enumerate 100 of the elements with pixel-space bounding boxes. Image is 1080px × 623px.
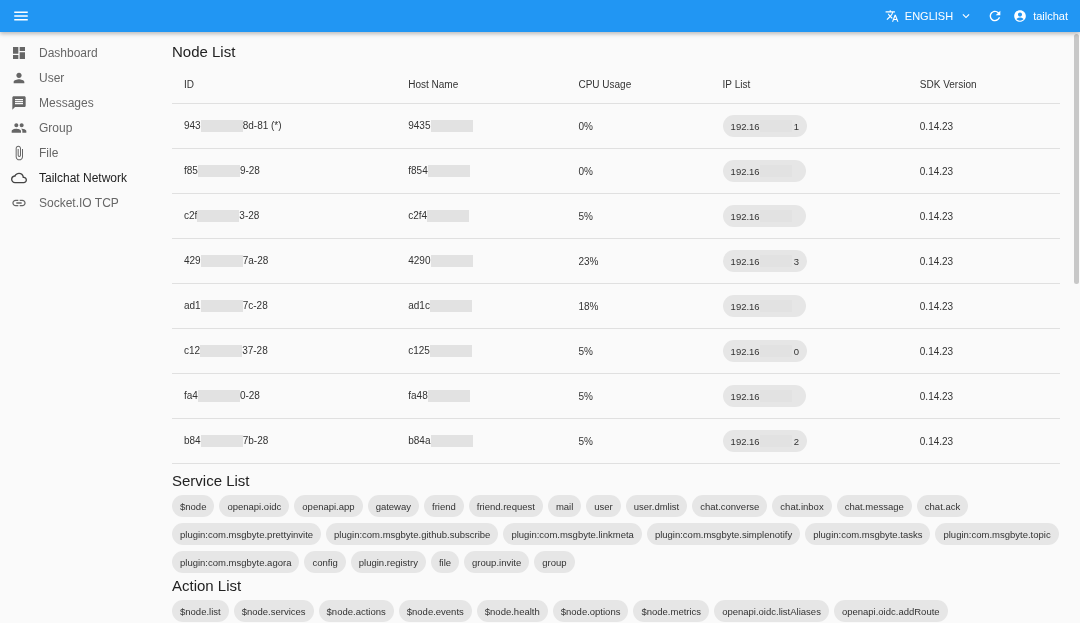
ip-chip: 192.16 3 <box>722 250 807 272</box>
service-chip: mail <box>547 495 582 517</box>
service-chip: $node <box>172 495 215 517</box>
service-chip: gateway <box>367 495 419 517</box>
action-chip: $node.actions <box>318 600 394 622</box>
table-cell: 0.14.23 <box>907 283 1060 329</box>
ip-chip: 192.16 <box>722 295 806 317</box>
service-chip: friend <box>424 495 464 517</box>
redaction-blur <box>200 120 243 133</box>
host-name: f854 <box>408 164 428 176</box>
service-chip: plugin:com.msgbyte.github.subscribe <box>326 523 499 545</box>
redaction-blur <box>429 300 472 313</box>
table-cell: 0% <box>566 148 711 194</box>
dashboard-icon <box>11 44 27 61</box>
service-chip: plugin:com.msgbyte.prettyinvite <box>172 523 322 545</box>
table-cell: 0.14.23 <box>907 193 1060 239</box>
sidebar-item[interactable]: File <box>0 140 160 165</box>
service-chip: plugin:com.msgbyte.agora <box>172 551 300 573</box>
node-id: 8d-81 (*) <box>242 119 282 131</box>
service-chip: config <box>304 551 346 573</box>
service-chip: file <box>430 551 460 573</box>
host-name: 9435 <box>408 119 431 131</box>
node-id: 3-28 <box>239 209 260 221</box>
table-cell: 5% <box>566 373 711 419</box>
service-chip: group.invite <box>464 551 530 573</box>
action-chip: openapi.oidc.addRoute <box>833 600 948 622</box>
host-name: 4290 <box>408 254 431 266</box>
sidebar-item[interactable]: Tailchat Network <box>0 165 160 190</box>
node-id: c12 <box>184 344 201 356</box>
table-cell: 18% <box>566 283 711 329</box>
table-cell: 0.14.23 <box>907 103 1060 149</box>
action-chip: $node.list <box>172 600 229 622</box>
ip-chip: 192.16 0 <box>722 340 807 362</box>
sidebar-item[interactable]: Group <box>0 115 160 140</box>
redaction-blur <box>197 390 240 403</box>
service-chip: openapi.oidc <box>219 495 290 517</box>
table-cell: 0.14.23 <box>907 373 1060 419</box>
section-title: Service List <box>172 472 251 489</box>
redaction-blur <box>430 120 473 133</box>
redaction-blur <box>200 300 243 313</box>
host-name: fa48 <box>408 389 428 401</box>
node-id: 7c-28 <box>242 299 268 311</box>
node-id: 7b-28 <box>242 434 269 446</box>
sidebar-item[interactable]: Messages <box>0 90 160 115</box>
host-name: c2f4 <box>408 209 428 221</box>
column-header: Host Name <box>396 66 567 104</box>
table-cell: 5% <box>566 328 711 374</box>
redaction-blur <box>429 345 472 358</box>
node-id: 9-28 <box>239 164 260 176</box>
ip-chip: 192.16 1 <box>722 115 807 137</box>
redaction-blur <box>197 165 240 178</box>
section-title: Action List <box>172 577 243 594</box>
service-chip: plugin:com.msgbyte.simplenotify <box>646 523 801 545</box>
node-id: fa4 <box>184 389 198 401</box>
service-chip: chat.inbox <box>772 495 832 517</box>
action-chip: $node.metrics <box>633 600 710 622</box>
table-cell: 0% <box>566 103 711 149</box>
action-chip: openapi.oidc.listAliases <box>714 600 829 622</box>
scrollbar[interactable] <box>1074 34 1079 284</box>
service-chip: openapi.app <box>294 495 363 517</box>
action-chip: $node.events <box>398 600 472 622</box>
service-chip: chat.message <box>836 495 912 517</box>
redaction-blur <box>430 435 473 448</box>
table-cell: 0.14.23 <box>907 328 1060 374</box>
redaction-blur <box>200 435 243 448</box>
table-cell: 0.14.23 <box>907 148 1060 194</box>
ip-chip: 192.16 <box>722 160 806 182</box>
account-button[interactable]: tailchat <box>1013 9 1068 23</box>
host-name: c125 <box>408 344 430 356</box>
table-cell: 0.14.23 <box>907 238 1060 284</box>
table-cell: 0.14.23 <box>907 418 1060 464</box>
language-button[interactable]: ENGLISH <box>884 9 974 23</box>
translate-icon <box>884 9 899 23</box>
sidebar-item[interactable]: Socket.IO TCP <box>0 190 160 215</box>
node-id: 943 <box>184 119 201 131</box>
host-name: b84a <box>408 434 431 446</box>
message-icon <box>11 94 27 111</box>
service-chip: plugin.registry <box>350 551 426 573</box>
section-title: Node List <box>172 43 237 60</box>
node-id: f85 <box>184 164 198 176</box>
ip-chip: 192.16 2 <box>722 430 807 452</box>
account-icon <box>1013 9 1028 23</box>
sidebar-item[interactable]: User <box>0 65 160 90</box>
node-id: 0-28 <box>239 389 260 401</box>
column-header: IP List <box>710 66 908 104</box>
redaction-blur <box>197 210 240 223</box>
table-cell: 23% <box>566 238 711 284</box>
service-chip: plugin:com.msgbyte.tasks <box>805 523 931 545</box>
column-header: CPU Usage <box>566 66 711 104</box>
node-id: 37-28 <box>242 344 268 356</box>
redaction-blur <box>200 345 243 358</box>
node-id: b84 <box>184 434 201 446</box>
service-chip: chat.ack <box>916 495 969 517</box>
node-id: c2f <box>184 209 198 221</box>
table-cell: 5% <box>566 193 711 239</box>
service-chip: friend.request <box>468 495 543 517</box>
service-chip: plugin:com.msgbyte.topic <box>935 523 1059 545</box>
ip-chip: 192.16 <box>722 385 806 407</box>
sidebar-item[interactable]: Dashboard <box>0 40 160 65</box>
column-header: SDK Version <box>907 66 1060 104</box>
